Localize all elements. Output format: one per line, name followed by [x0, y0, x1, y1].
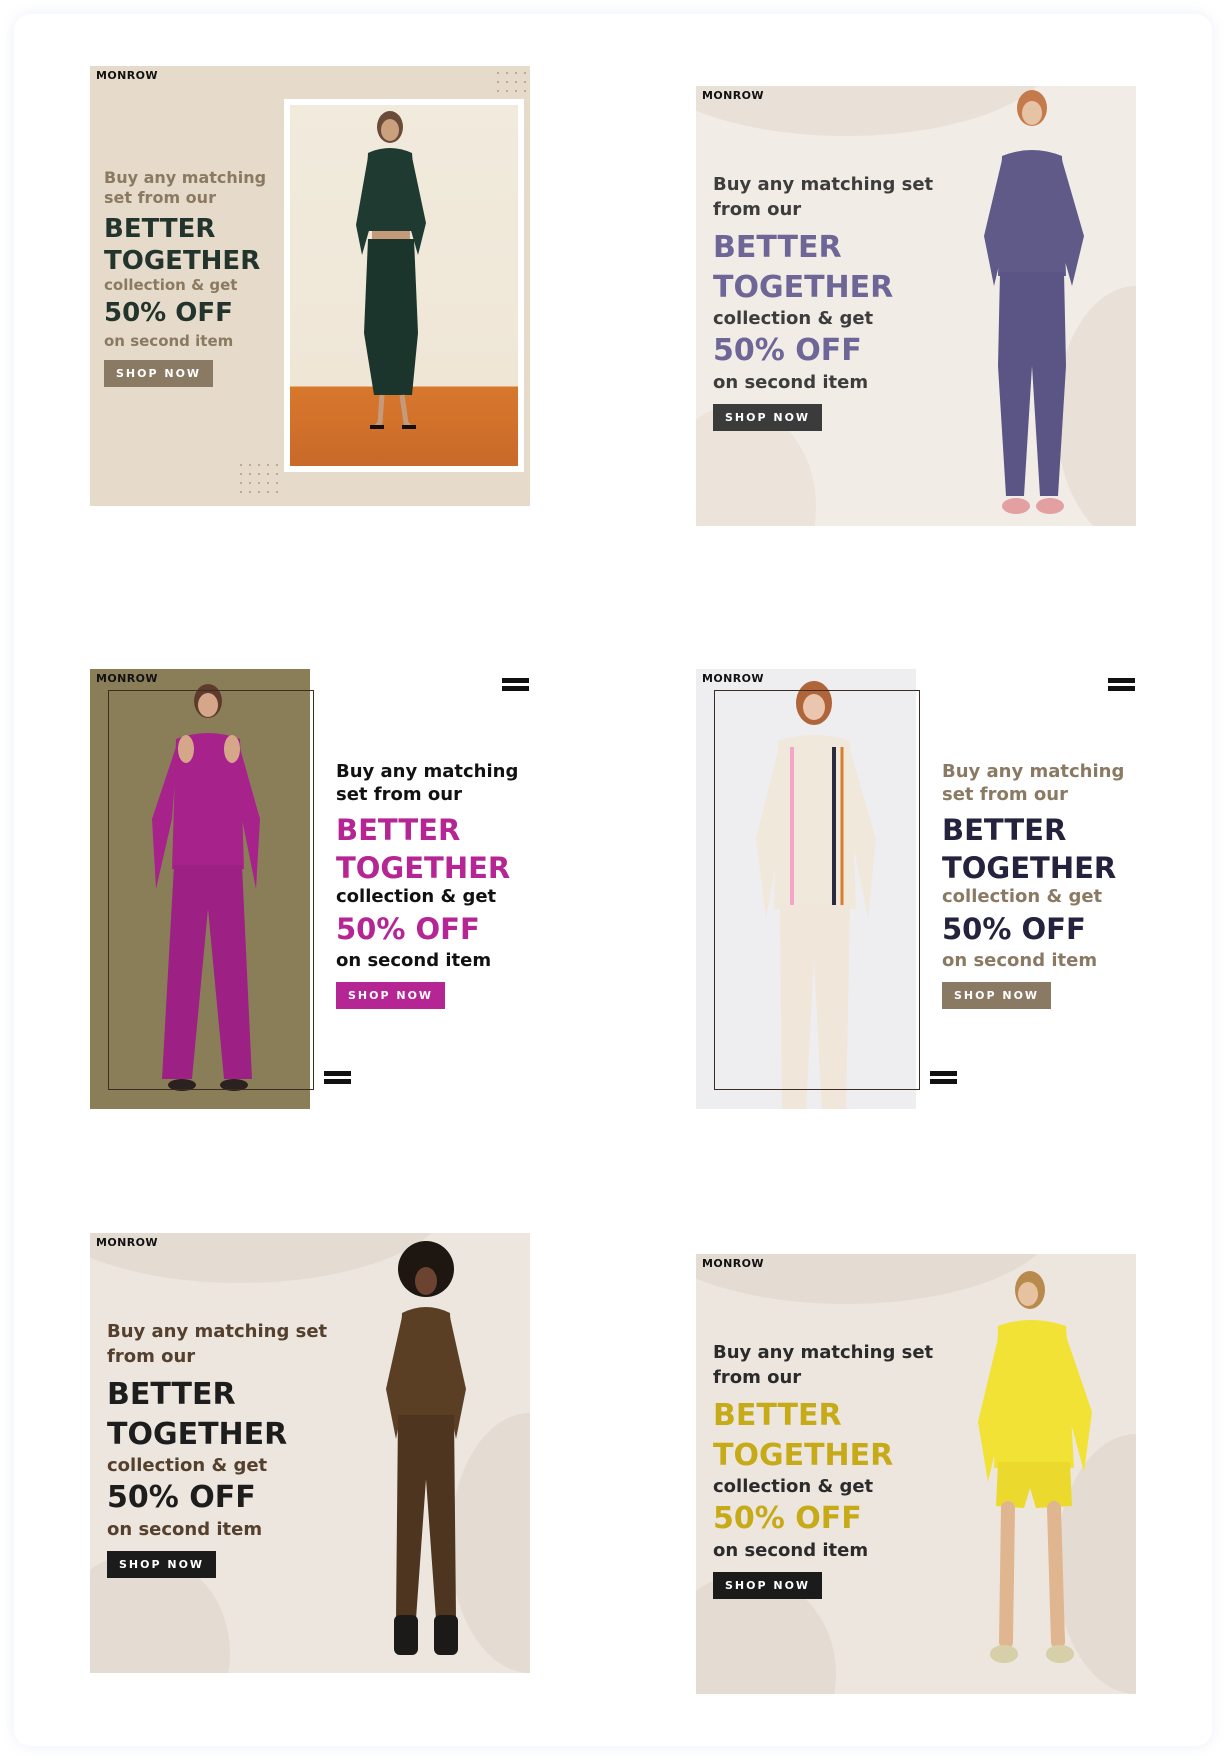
brand-logo: MONROW	[702, 672, 764, 685]
promo-second-item: on second item	[107, 1519, 263, 1540]
promo-better: BETTER	[713, 230, 842, 265]
shop-now-button[interactable]: SHOP NOW	[713, 1572, 823, 1599]
decor-bars	[324, 1071, 351, 1087]
shop-now-button[interactable]: SHOP NOW	[713, 404, 823, 431]
promo-better: BETTER	[336, 813, 461, 847]
promo-together: TOGETHER	[713, 270, 894, 305]
ad-card-5[interactable]: MONROW Buy any matching set from our BET…	[90, 1233, 530, 1673]
ad-card-2[interactable]: MONROW Buy any matching set from our BET…	[696, 86, 1136, 526]
brand-logo: MONROW	[96, 1236, 158, 1249]
promo-discount: 50% OFF	[942, 912, 1086, 946]
model-dark-green-set	[356, 111, 426, 429]
ad-card-6[interactable]: MONROW Buy any matching set from our BET…	[696, 1254, 1136, 1694]
promo-together: TOGETHER	[107, 1417, 288, 1452]
promo-intro-line1: Buy any matching	[104, 168, 267, 187]
promo-collection: collection & get	[107, 1455, 268, 1476]
promo-intro-line2: set from our	[104, 188, 216, 207]
promo-intro-line1: Buy any matching set	[713, 1342, 934, 1363]
promo-together: TOGETHER	[713, 1438, 894, 1473]
promo-text: Buy any matching set from our BETTER TOG…	[942, 759, 1132, 1009]
shop-now-button[interactable]: SHOP NOW	[104, 360, 214, 387]
product-photo	[290, 105, 518, 466]
promo-intro-line1: Buy any matching	[942, 761, 1125, 782]
shop-now-button[interactable]: SHOP NOW	[336, 982, 446, 1009]
promo-intro-line1: Buy any matching set	[107, 1321, 328, 1342]
shop-now-button[interactable]: SHOP NOW	[942, 982, 1052, 1009]
promo-second-item: on second item	[336, 950, 492, 971]
promo-text: Buy any matching set from our BETTER TOG…	[107, 1319, 357, 1578]
promo-intro-line2: from our	[713, 199, 802, 220]
product-photo-frame	[284, 99, 524, 472]
promo-discount: 50% OFF	[713, 333, 862, 368]
promo-better: BETTER	[107, 1377, 236, 1412]
promo-discount: 50% OFF	[713, 1501, 862, 1536]
model-brown-knitset	[386, 1241, 466, 1655]
promo-text: Buy any matching set from our BETTER TOG…	[713, 1340, 963, 1599]
ad-card-1[interactable]: MONROW Buy any matching set from our BET…	[90, 66, 530, 506]
promo-better: BETTER	[942, 813, 1067, 847]
promo-intro-line2: from our	[107, 1346, 196, 1367]
promo-intro-line1: Buy any matching set	[713, 174, 934, 195]
promo-text: Buy any matching set from our BETTER TOG…	[104, 168, 274, 387]
ad-card-4[interactable]: MONROW Buy any matching set from our BET…	[696, 669, 1136, 1109]
decor-bars	[1108, 678, 1135, 694]
promo-better: BETTER	[104, 214, 216, 244]
promo-better: BETTER	[713, 1398, 842, 1433]
promo-together: TOGETHER	[336, 851, 511, 885]
promo-second-item: on second item	[713, 1540, 869, 1561]
ad-card-3[interactable]: MONROW Buy any matching set from our BET…	[90, 669, 530, 1109]
promo-discount: 50% OFF	[107, 1480, 256, 1515]
brand-logo: MONROW	[702, 89, 764, 102]
promo-discount: 50% OFF	[104, 298, 233, 328]
promo-intro-line1: Buy any matching	[336, 761, 519, 782]
promo-intro-line2: from our	[713, 1367, 802, 1388]
promo-second-item: on second item	[713, 372, 869, 393]
promo-collection: collection & get	[942, 886, 1103, 907]
outline-frame	[714, 690, 920, 1090]
promo-intro-line2: set from our	[942, 784, 1068, 805]
decor-dots-top	[497, 72, 526, 92]
promo-discount: 50% OFF	[336, 912, 480, 946]
shop-now-button[interactable]: SHOP NOW	[107, 1551, 217, 1578]
promo-text: Buy any matching set from our BETTER TOG…	[336, 759, 526, 1009]
promo-together: TOGETHER	[942, 851, 1117, 885]
brand-logo: MONROW	[96, 672, 158, 685]
promo-second-item: on second item	[942, 950, 1098, 971]
brand-logo: MONROW	[96, 69, 158, 82]
decor-dots-bottom	[240, 464, 278, 493]
promo-collection: collection & get	[713, 1476, 874, 1497]
promo-text: Buy any matching set from our BETTER TOG…	[713, 172, 953, 431]
promo-collection: collection & get	[336, 886, 497, 907]
decor-bars	[502, 678, 529, 694]
promo-intro-line2: set from our	[336, 784, 462, 805]
brand-logo: MONROW	[702, 1257, 764, 1270]
decor-bars	[930, 1071, 957, 1087]
promo-collection: collection & get	[104, 276, 238, 294]
model-yellow-shirt-set	[978, 1271, 1092, 1663]
outline-frame	[108, 690, 314, 1090]
model-purple-sweatset	[984, 90, 1084, 514]
promo-collection: collection & get	[713, 308, 874, 329]
promo-together: TOGETHER	[104, 246, 261, 276]
promo-second-item: on second item	[104, 332, 234, 350]
